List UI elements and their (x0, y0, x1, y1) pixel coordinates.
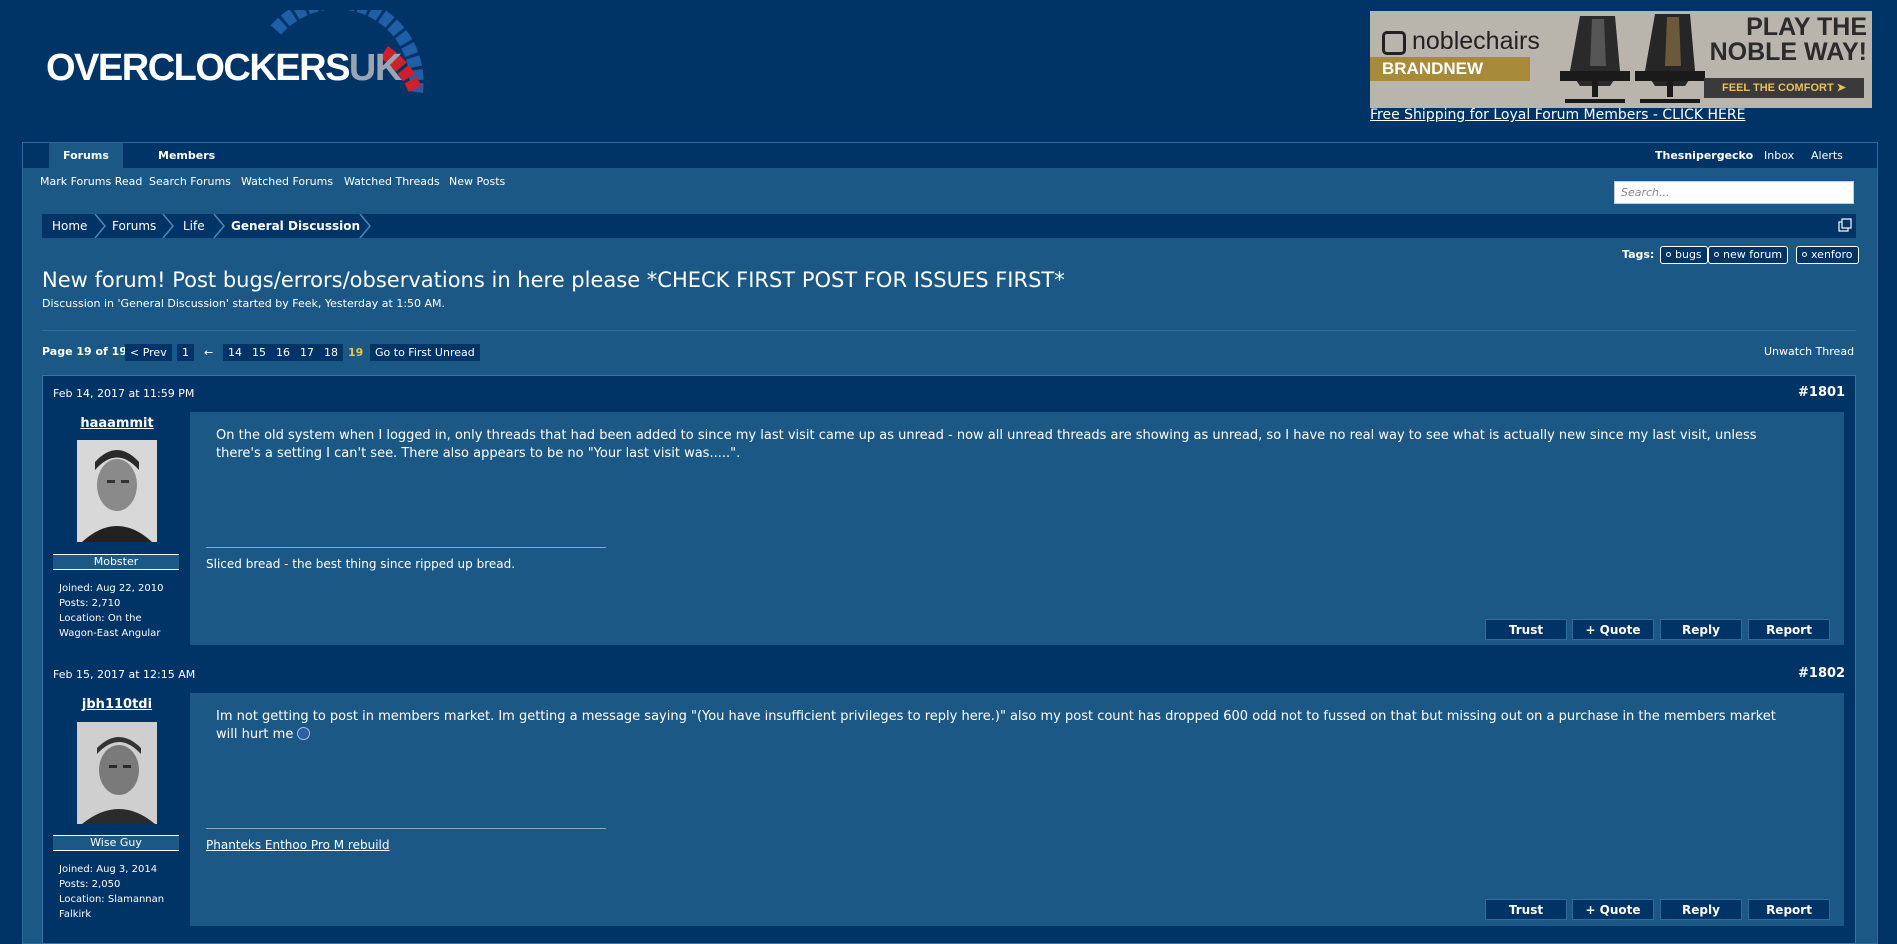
popout-icon[interactable] (1838, 218, 1852, 232)
post-message-content: Im not getting to post in members market… (216, 709, 1776, 742)
noblechairs-logo-icon (1382, 31, 1406, 55)
post-date[interactable]: Feb 15, 2017 at 12:15 AM (53, 668, 195, 681)
thread-meta: Discussion in 'General Discussion' start… (42, 297, 446, 310)
ad-cta-button[interactable]: FEEL THE COMFORT ➤ (1704, 78, 1864, 98)
tag-icon (1666, 252, 1671, 257)
logo-main-text: OVERCLOCKERS (46, 47, 350, 89)
tab-forums[interactable]: Forums (49, 143, 123, 168)
reply-button[interactable]: Reply (1660, 619, 1742, 640)
tag-icon (1714, 252, 1719, 257)
page-link-17[interactable]: 17 (295, 344, 319, 361)
breadcrumb-home[interactable]: Home (52, 214, 87, 238)
post-username[interactable]: haaammit (52, 416, 182, 431)
page-skip-arrow-icon[interactable]: ← (199, 344, 218, 361)
user-location-cont: Falkirk (59, 909, 92, 920)
breadcrumb-life[interactable]: Life (183, 214, 205, 238)
user-joined: Joined: Aug 3, 2014 (59, 864, 158, 875)
trust-button[interactable]: Trust (1485, 899, 1567, 920)
nav-bar: Forums Members Thesnipergecko Inbox Aler… (23, 143, 1877, 168)
page-nav-label: Page 19 of 19 (42, 345, 127, 358)
trust-button[interactable]: Trust (1485, 619, 1567, 640)
post-permalink[interactable]: #1802 (1798, 666, 1845, 681)
tag-label: bugs (1675, 248, 1702, 261)
ad-link[interactable]: Free Shipping for Loyal Forum Members - … (1370, 107, 1745, 123)
breadcrumb-chevron-icon (359, 214, 371, 238)
breadcrumb-forums[interactable]: Forums (112, 214, 156, 238)
page-link-15[interactable]: 15 (247, 344, 271, 361)
tag-label: new forum (1723, 248, 1783, 261)
sad-smiley-icon (297, 727, 311, 740)
user-title-badge: Mobster (53, 554, 179, 570)
nav-user-link[interactable]: Thesnipergecko (1655, 143, 1753, 168)
user-joined: Joined: Aug 22, 2010 (59, 583, 164, 594)
report-button[interactable]: Report (1748, 899, 1830, 920)
post-message-text: Im not getting to post in members market… (216, 708, 1786, 744)
user-title-badge: Wise Guy (53, 835, 179, 851)
quote-button[interactable]: + Quote (1572, 899, 1654, 920)
nav-inbox-link[interactable]: Inbox (1764, 143, 1794, 168)
post-message-text: On the old system when I logged in, only… (216, 428, 1757, 461)
ad-brand: noblechairs (1412, 27, 1540, 55)
subnav-watched-forums[interactable]: Watched Forums (241, 175, 333, 188)
subnav-search-forums[interactable]: Search Forums (149, 175, 231, 188)
tag-icon (1802, 252, 1807, 257)
logo-suffix-text: UK (348, 47, 402, 89)
quote-button[interactable]: + Quote (1572, 619, 1654, 640)
subnav-new-posts[interactable]: New Posts (449, 175, 505, 188)
user-post-count: Posts: 2,710 (59, 598, 121, 609)
ad-cta-label: FEEL THE COMFORT (1722, 82, 1834, 94)
page-title: New forum! Post bugs/errors/observations… (42, 268, 1065, 292)
post-username[interactable]: jbh110tdi (52, 697, 182, 712)
ad-banner[interactable]: noblechairs BRANDNEW PLAY THE NOBLE WAY!… (1370, 11, 1872, 108)
user-location: Location: Slamannan (59, 894, 165, 905)
ad-badge: BRANDNEW (1370, 57, 1530, 81)
unwatch-thread-link[interactable]: Unwatch Thread (1764, 345, 1854, 358)
tag-bugs[interactable]: bugs (1660, 246, 1708, 264)
go-to-first-unread-button[interactable]: Go to First Unread (370, 344, 480, 361)
signature-divider (206, 547, 606, 548)
post-signature-link[interactable]: Phanteks Enthoo Pro M rebuild (206, 838, 389, 852)
page-prev-button[interactable]: < Prev (125, 344, 172, 361)
post-date[interactable]: Feb 14, 2017 at 11:59 PM (53, 387, 194, 400)
page-link-16[interactable]: 16 (271, 344, 295, 361)
divider (42, 330, 1856, 331)
user-info: Joined: Aug 22, 2010 Posts: 2,710 Locati… (59, 581, 179, 641)
user-location: Location: On the (59, 613, 142, 624)
post-permalink[interactable]: #1801 (1798, 385, 1845, 400)
report-button[interactable]: Report (1748, 619, 1830, 640)
breadcrumb-general-discussion[interactable]: General Discussion (231, 214, 360, 238)
subnav-watched-threads[interactable]: Watched Threads (344, 175, 440, 188)
tab-members[interactable]: Members (144, 143, 229, 168)
breadcrumb-chevron-icon (162, 214, 174, 238)
user-post-count: Posts: 2,050 (59, 879, 121, 890)
avatar[interactable] (77, 722, 157, 824)
tag-new-forum[interactable]: new forum (1708, 246, 1789, 264)
user-location-cont: Wagon-East Angular (59, 628, 161, 639)
ad-tagline: PLAY THE NOBLE WAY! (1682, 15, 1867, 65)
page-link-1[interactable]: 1 (177, 344, 194, 361)
ad-tagline-line-1: PLAY THE (1746, 13, 1867, 41)
tags-label: Tags: (1622, 248, 1655, 261)
tag-xenforo[interactable]: xenforo (1796, 246, 1859, 264)
avatar[interactable] (77, 440, 157, 542)
tag-label: xenforo (1811, 248, 1853, 261)
nav-alerts-link[interactable]: Alerts (1811, 143, 1843, 168)
page-link-14[interactable]: 14 (223, 344, 247, 361)
arrow-right-icon: ➤ (1836, 82, 1846, 94)
page-link-18[interactable]: 18 (319, 344, 343, 361)
reply-button[interactable]: Reply (1660, 899, 1742, 920)
breadcrumb-chevron-icon (213, 214, 225, 238)
subnav-mark-forums-read[interactable]: Mark Forums Read (40, 175, 142, 188)
page-current-19: 19 (348, 346, 364, 359)
user-info: Joined: Aug 3, 2014 Posts: 2,050 Locatio… (59, 862, 179, 922)
ad-tagline-line-2: NOBLE WAY! (1709, 38, 1867, 66)
breadcrumb-chevron-icon (94, 214, 106, 238)
search-input[interactable]: Search... (1614, 181, 1854, 204)
post-signature: Sliced bread - the best thing since ripp… (206, 557, 516, 571)
signature-divider (206, 828, 606, 829)
site-logo[interactable]: OVERCLOCKERSUK (46, 47, 402, 89)
